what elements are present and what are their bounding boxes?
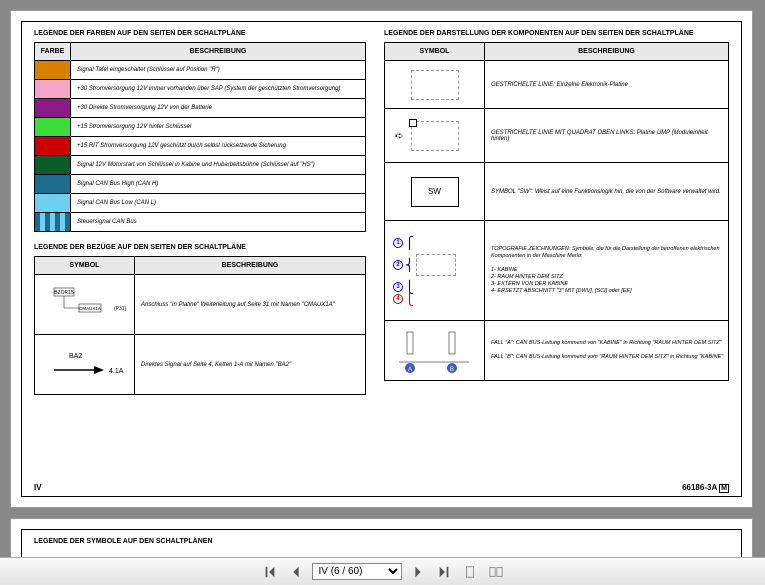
bezuge-desc: Direktes Signal auf Seite 4, Ketten 1-A … [135, 335, 366, 395]
first-page-icon [263, 565, 277, 579]
single-page-icon [463, 565, 477, 579]
table-row: Signal CAN Bus High (CAN H) [35, 175, 366, 194]
symbol-cell: AB [385, 321, 485, 381]
darst-desc: GESTRICHELTE LINIE: Einzelne Elektronik-… [485, 61, 729, 109]
symbol-cell: ➪ [385, 109, 485, 163]
svg-text:4.1A: 4.1A [109, 368, 124, 375]
prev-page-button[interactable] [286, 565, 306, 579]
color-desc: Signal CAN Bus Low (CAN L) [71, 194, 366, 213]
svg-text:B: B [450, 367, 454, 373]
table-row: +30 Stromversorgung 12V immer vorhanden … [35, 80, 366, 99]
col-symbol: SYMBOL [385, 43, 485, 61]
topo-symbol-icon: 1⎧2⎨3⎩4⎩ [389, 234, 480, 308]
color-desc: +30 Direkte Stromversorgung 12V von der … [71, 99, 366, 118]
color-desc: Signal 12V Motorstart von Schlüssel in K… [71, 156, 366, 175]
table-row: +15 RIT Stromversorgung 12V geschützt du… [35, 137, 366, 156]
colors-legend-title: LEGENDE DER FARBEN AUF DEN SEITEN DER SC… [34, 30, 366, 37]
darst-table: SYMBOL BESCHREIBUNG GESTRICHELTE LINIE: … [384, 42, 729, 381]
last-page-icon [437, 565, 451, 579]
col-besch: BESCHREIBUNG [135, 257, 366, 275]
color-desc: Steuersignal CAN Bus [71, 213, 366, 232]
svg-text:(P31): (P31) [114, 306, 127, 312]
symbol-cell: BZOR15 CMAUX1A (P31) [35, 275, 135, 335]
table-row: GESTRICHELTE LINIE: Einzelne Elektronik-… [385, 61, 729, 109]
color-swatch [35, 194, 70, 212]
table-row: Signal CAN Bus Low (CAN L) [35, 194, 366, 213]
document-page-1: LEGENDE DER FARBEN AUF DEN SEITEN DER SC… [10, 10, 753, 508]
table-row: ➪ GESTRICHELTE LINIE MIT QUADRAT OBEN LIN… [385, 109, 729, 163]
sw-box-icon: SW [411, 177, 459, 207]
col-besch: BESCHREIBUNG [485, 43, 729, 61]
symbol-cell: SW [385, 163, 485, 221]
symbol-cell [385, 61, 485, 109]
table-row: BA2 4.1A Direktes Signal auf Seite 4, Kett… [35, 335, 366, 395]
table-row: +15 Stromversorgung 12V hinter Schlüssel [35, 118, 366, 137]
symbol-cell: BA2 4.1A [35, 335, 135, 395]
color-desc: +15 RIT Stromversorgung 12V geschützt du… [71, 137, 366, 156]
col-farbe: FARBE [35, 43, 71, 61]
canbus-symbol-icon: AB [389, 326, 479, 376]
color-swatch [35, 156, 70, 174]
arrow-symbol-icon: BA2 4.1A [39, 340, 129, 390]
table-row: SW SYMBOL "SW": Weist auf eine Funktionsl… [385, 163, 729, 221]
single-page-button[interactable] [460, 565, 480, 579]
platine-symbol-icon: BZOR15 CMAUX1A (P31) [39, 280, 129, 330]
colors-table: FARBE BESCHREIBUNG Signal Tafel eingesch… [34, 42, 366, 232]
page-number-left: IV [34, 483, 42, 492]
svg-text:BA2: BA2 [69, 353, 82, 360]
col-besch: BESCHREIBUNG [71, 43, 366, 61]
color-swatch [35, 61, 70, 79]
svg-text:BZOR15: BZOR15 [54, 290, 74, 296]
logo-icon: M [719, 484, 729, 493]
page-number-right: 66186-3A M [682, 483, 729, 492]
next-page-icon [411, 565, 425, 579]
color-swatch [35, 99, 70, 117]
darst-desc: SYMBOL "SW": Weist auf eine Funktionslog… [485, 163, 729, 221]
first-page-button[interactable] [260, 565, 280, 579]
pdf-toolbar: IV (6 / 60) [0, 557, 765, 585]
dashed-box-square-icon [411, 121, 459, 151]
arrow-icon: ➪ [395, 131, 403, 142]
symbol-cell: 1⎧2⎨3⎩4⎩ [385, 221, 485, 321]
dashed-box-icon [411, 70, 459, 100]
color-desc: +15 Stromversorgung 12V hinter Schlüssel [71, 118, 366, 137]
dual-page-icon [489, 565, 503, 579]
color-swatch [35, 118, 70, 136]
table-row: Signal Tafel eingeschaltet (Schlüssel au… [35, 61, 366, 80]
table-row: Steuersignal CAN Bus [35, 213, 366, 232]
color-swatch [35, 80, 70, 98]
svg-text:A: A [408, 367, 412, 373]
bezuge-desc: Anschluss "in Platine" Weiterleitung auf… [135, 275, 366, 335]
darst-desc: GESTRICHELTE LINIE MIT QUADRAT OBEN LINK… [485, 109, 729, 163]
prev-page-icon [289, 565, 303, 579]
bezuge-table: SYMBOL BESCHREIBUNG BZOR15 CMAUX1A (P31) An… [34, 256, 366, 395]
table-row: BZOR15 CMAUX1A (P31) Anschluss "in Platine"… [35, 275, 366, 335]
last-page-button[interactable] [434, 565, 454, 579]
color-swatch [35, 213, 70, 231]
table-row: +30 Direkte Stromversorgung 12V von der … [35, 99, 366, 118]
color-swatch [35, 175, 70, 193]
color-swatch [35, 137, 70, 155]
darst-title: LEGENDE DER DARSTELLUNG DER KOMPONENTEN … [384, 30, 729, 37]
page2-title: LEGENDE DER SYMBOLE AUF DEN SCHALTPLÄNEN [34, 538, 729, 545]
next-page-button[interactable] [408, 565, 428, 579]
page-select[interactable]: IV (6 / 60) [312, 563, 402, 580]
svg-text:CMAUX1A: CMAUX1A [79, 306, 101, 311]
darst-desc: TOPOGRAFIE ZEICHNUNGEN: Symbole, die für… [485, 221, 729, 321]
darst-desc: FALL "A": CAN BUS-Leitung kommend von "K… [485, 321, 729, 381]
col-symbol: SYMBOL [35, 257, 135, 275]
table-row: 1⎧2⎨3⎩4⎩TOPOGRAFIE ZEICHNUNGEN: Symbole,… [385, 221, 729, 321]
dual-page-button[interactable] [486, 565, 506, 579]
color-desc: Signal CAN Bus High (CAN H) [71, 175, 366, 194]
table-row: ABFALL "A": CAN BUS-Leitung kommend von … [385, 321, 729, 381]
table-row: Signal 12V Motorstart von Schlüssel in K… [35, 156, 366, 175]
bezuge-title: LEGENDE DER BEZÜGE AUF DEN SEITEN DER SC… [34, 244, 366, 251]
color-desc: +30 Stromversorgung 12V immer vorhanden … [71, 80, 366, 99]
color-desc: Signal Tafel eingeschaltet (Schlüssel au… [71, 61, 366, 80]
